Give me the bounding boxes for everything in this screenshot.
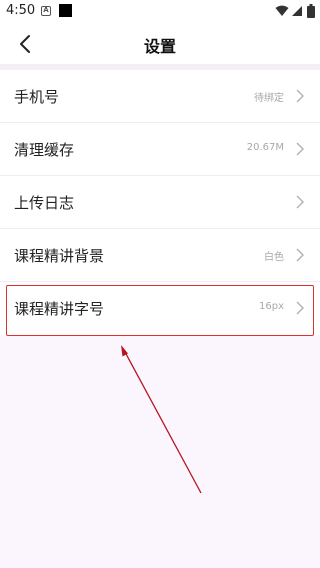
settings-item-clear-cache[interactable]: 清理缓存 20.67M	[0, 123, 320, 176]
settings-item-label: 课程精讲背景	[14, 247, 105, 265]
title-bar: 设置	[0, 24, 320, 64]
chevron-right-icon	[296, 142, 304, 156]
settings-item-label: 上传日志	[14, 194, 75, 212]
chevron-right-icon	[296, 89, 304, 103]
chevron-right-icon	[296, 301, 304, 315]
battery-icon	[307, 4, 315, 18]
settings-item-course-background[interactable]: 课程精讲背景 白色	[0, 229, 320, 282]
settings-item-value: 白色	[264, 252, 284, 263]
settings-item-label: 手机号	[14, 88, 60, 106]
signal-icon	[292, 6, 302, 16]
page-title: 设置	[143, 37, 176, 56]
settings-item-upload-log[interactable]: 上传日志	[0, 176, 320, 229]
notification-icon: A	[41, 6, 51, 16]
settings-item-label: 课程精讲字号	[14, 300, 105, 318]
app-notification-icon	[59, 4, 72, 17]
chevron-right-icon	[296, 195, 304, 209]
settings-item-value: 20.67M	[246, 142, 284, 153]
settings-list: 手机号 待绑定 清理缓存 20.67M 上传日志 课程精讲背景 白色 课程精讲字…	[0, 70, 320, 335]
settings-item-value: 待绑定	[254, 93, 284, 104]
status-bar: 4:50 A	[0, 0, 320, 24]
settings-item-phone[interactable]: 手机号 待绑定	[0, 70, 320, 123]
settings-item-course-font-size[interactable]: 课程精讲字号 16px	[0, 282, 320, 335]
chevron-right-icon	[296, 248, 304, 262]
wifi-icon	[275, 5, 289, 16]
settings-item-value: 16px	[259, 301, 284, 312]
status-time: 4:50	[6, 3, 36, 18]
settings-item-label: 清理缓存	[14, 141, 75, 159]
